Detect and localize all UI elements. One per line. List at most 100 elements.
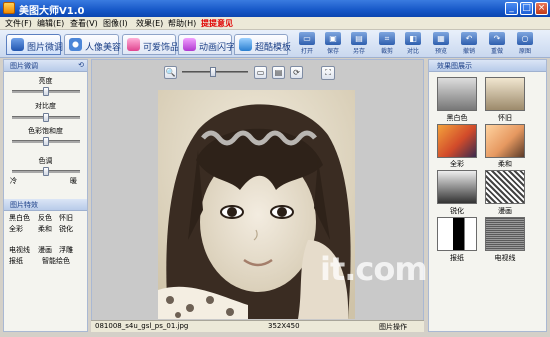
tab-accessory[interactable]: 可爱饰品: [122, 34, 180, 55]
thumb-label: 黑白色: [446, 114, 468, 122]
undo-icon: ↶: [461, 32, 477, 45]
effect-nostalgia[interactable]: 怀旧: [59, 213, 73, 223]
tone-max-label: 暖: [70, 177, 77, 185]
menu-effects[interactable]: 效果(E): [136, 18, 163, 29]
left-panel: 图片微调 ⟲ 亮度 对比度 色彩饱和度 色调 冷 暖 图片特效 黑白色 反色 怀…: [3, 59, 88, 332]
saturation-label: 色彩饱和度: [28, 127, 63, 135]
menu-help[interactable]: 帮助(H): [168, 18, 196, 29]
thumb-label: 报纸: [450, 254, 464, 262]
tab-portrait[interactable]: 人像美容: [64, 34, 121, 55]
menu-image[interactable]: 图像(I): [103, 18, 128, 29]
effect-emboss[interactable]: 浮雕: [59, 245, 73, 255]
button-label: 保存: [326, 48, 339, 55]
tab-label: 超酷模板: [255, 43, 292, 53]
adjust-panel-header: 图片微调 ⟲: [4, 60, 87, 72]
preview-icon: ▦: [433, 32, 449, 45]
effect-smart-color[interactable]: 智能绘色: [42, 256, 70, 266]
menu-edit[interactable]: 编辑(E): [37, 18, 64, 29]
status-bar: 081008_s4u_gsl_ps_01.jpg 352X450 图片操作: [91, 320, 424, 332]
effect-newspaper[interactable]: 报纸: [9, 256, 23, 266]
thumb-comic[interactable]: [485, 170, 525, 204]
save-button[interactable]: ▣ 保存: [322, 32, 344, 56]
maximize-button[interactable]: □: [520, 2, 533, 15]
panel-title: 图片特效: [10, 201, 38, 209]
effects-panel-header: 图片特效: [4, 199, 87, 211]
saturation-slider[interactable]: [12, 137, 80, 146]
reset-icon[interactable]: ⟲: [78, 61, 84, 69]
menu-feedback[interactable]: 提提意见: [201, 18, 233, 29]
crop-button[interactable]: ⌗ 裁剪: [376, 32, 398, 56]
thumb-label: 全彩: [450, 160, 464, 168]
toolbar: 图片微调 人像美容 可爱饰品 动画闪字 超酷模板 ▭ 打开 ▣ 保存 ▤ 另存 …: [0, 30, 550, 58]
effect-soft[interactable]: 柔和: [38, 224, 52, 234]
preview-panel-header: 效果图展示: [429, 60, 546, 72]
button-label: 预览: [434, 48, 447, 55]
crop-icon: ⌗: [379, 32, 395, 45]
fullscreen-icon[interactable]: ⛶: [321, 66, 335, 80]
thumb-soft[interactable]: [485, 124, 525, 158]
thumb-fullcolor[interactable]: [437, 124, 477, 158]
thumb-label: 柔和: [498, 160, 512, 168]
zoom-thumb[interactable]: [210, 67, 216, 77]
open-button[interactable]: ▭ 打开: [296, 32, 318, 56]
effect-fullcolor[interactable]: 全彩: [9, 224, 23, 234]
animation-icon: [183, 38, 196, 51]
tab-label: 可爱饰品: [143, 43, 180, 53]
slider-thumb[interactable]: [43, 87, 49, 96]
actual-size-icon[interactable]: ▤: [272, 66, 285, 79]
fit-window-icon[interactable]: ▭: [254, 66, 267, 79]
button-label: 裁剪: [380, 48, 393, 55]
button-label: 重做: [490, 48, 503, 55]
redo-button[interactable]: ↷ 重做: [486, 32, 508, 56]
save-as-icon: ▤: [351, 32, 367, 45]
right-panel: 效果图展示 黑白色 怀旧 全彩 柔和 锐化 漫画 报纸 电视线: [428, 59, 547, 332]
save-icon: ▣: [325, 32, 341, 45]
slider-thumb[interactable]: [43, 137, 49, 146]
preview-button[interactable]: ▦ 预览: [430, 32, 452, 56]
panel-title: 图片微调: [10, 62, 38, 70]
save-as-button[interactable]: ▤ 另存: [348, 32, 370, 56]
brightness-label: 亮度: [38, 77, 53, 85]
portrait-icon: [69, 38, 82, 51]
status-panel-label: 图片操作: [379, 323, 407, 331]
tab-photo-adjust[interactable]: 图片微调: [6, 34, 64, 55]
tab-label: 图片微调: [27, 43, 64, 53]
zoom-out-icon[interactable]: 🔍: [164, 66, 177, 79]
thumb-label: 锐化: [450, 207, 464, 215]
thumb-tvline[interactable]: [485, 217, 525, 251]
title-bar: 美图大师V1.0 _ □ ×: [0, 0, 550, 17]
thumb-bw[interactable]: [437, 77, 477, 111]
button-label: 打开: [300, 48, 313, 55]
close-button[interactable]: ×: [535, 2, 548, 15]
zoom-slider[interactable]: [182, 67, 248, 77]
tab-animation[interactable]: 动画闪字: [178, 34, 236, 55]
thumb-label: 怀旧: [498, 114, 512, 122]
button-label: 原图: [518, 48, 531, 55]
effect-tvline[interactable]: 电视线: [9, 245, 30, 255]
brightness-slider[interactable]: [12, 87, 80, 96]
thumb-newspaper[interactable]: [437, 217, 477, 251]
menu-file[interactable]: 文件(F): [5, 18, 32, 29]
tone-slider[interactable]: [12, 167, 80, 176]
thumb-sharpen[interactable]: [437, 170, 477, 204]
menu-view[interactable]: 查看(V): [70, 18, 98, 29]
minimize-button[interactable]: _: [505, 2, 518, 15]
effect-sharpen[interactable]: 锐化: [59, 224, 73, 234]
original-button[interactable]: ○ 原图: [514, 32, 536, 56]
effect-comic[interactable]: 漫画: [38, 245, 52, 255]
rotate-icon[interactable]: ⟳: [290, 66, 303, 79]
slider-thumb[interactable]: [43, 167, 49, 176]
compare-button[interactable]: ◧ 对比: [402, 32, 424, 56]
effect-invert[interactable]: 反色: [38, 213, 52, 223]
tab-label: 动画闪字: [199, 43, 236, 53]
undo-button[interactable]: ↶ 撤销: [458, 32, 480, 56]
menu-bar: 文件(F) 编辑(E) 查看(V) 图像(I) 效果(E) 帮助(H) 提提意见: [0, 17, 550, 30]
contrast-slider[interactable]: [12, 113, 80, 122]
tab-template[interactable]: 超酷模板: [234, 34, 292, 55]
thumb-nostalgia[interactable]: [485, 77, 525, 111]
window-title: 美图大师V1.0: [19, 6, 85, 17]
app-icon: [3, 2, 15, 14]
slider-thumb[interactable]: [43, 113, 49, 122]
tone-min-label: 冷: [10, 177, 17, 185]
effect-bw[interactable]: 黑白色: [9, 213, 30, 223]
